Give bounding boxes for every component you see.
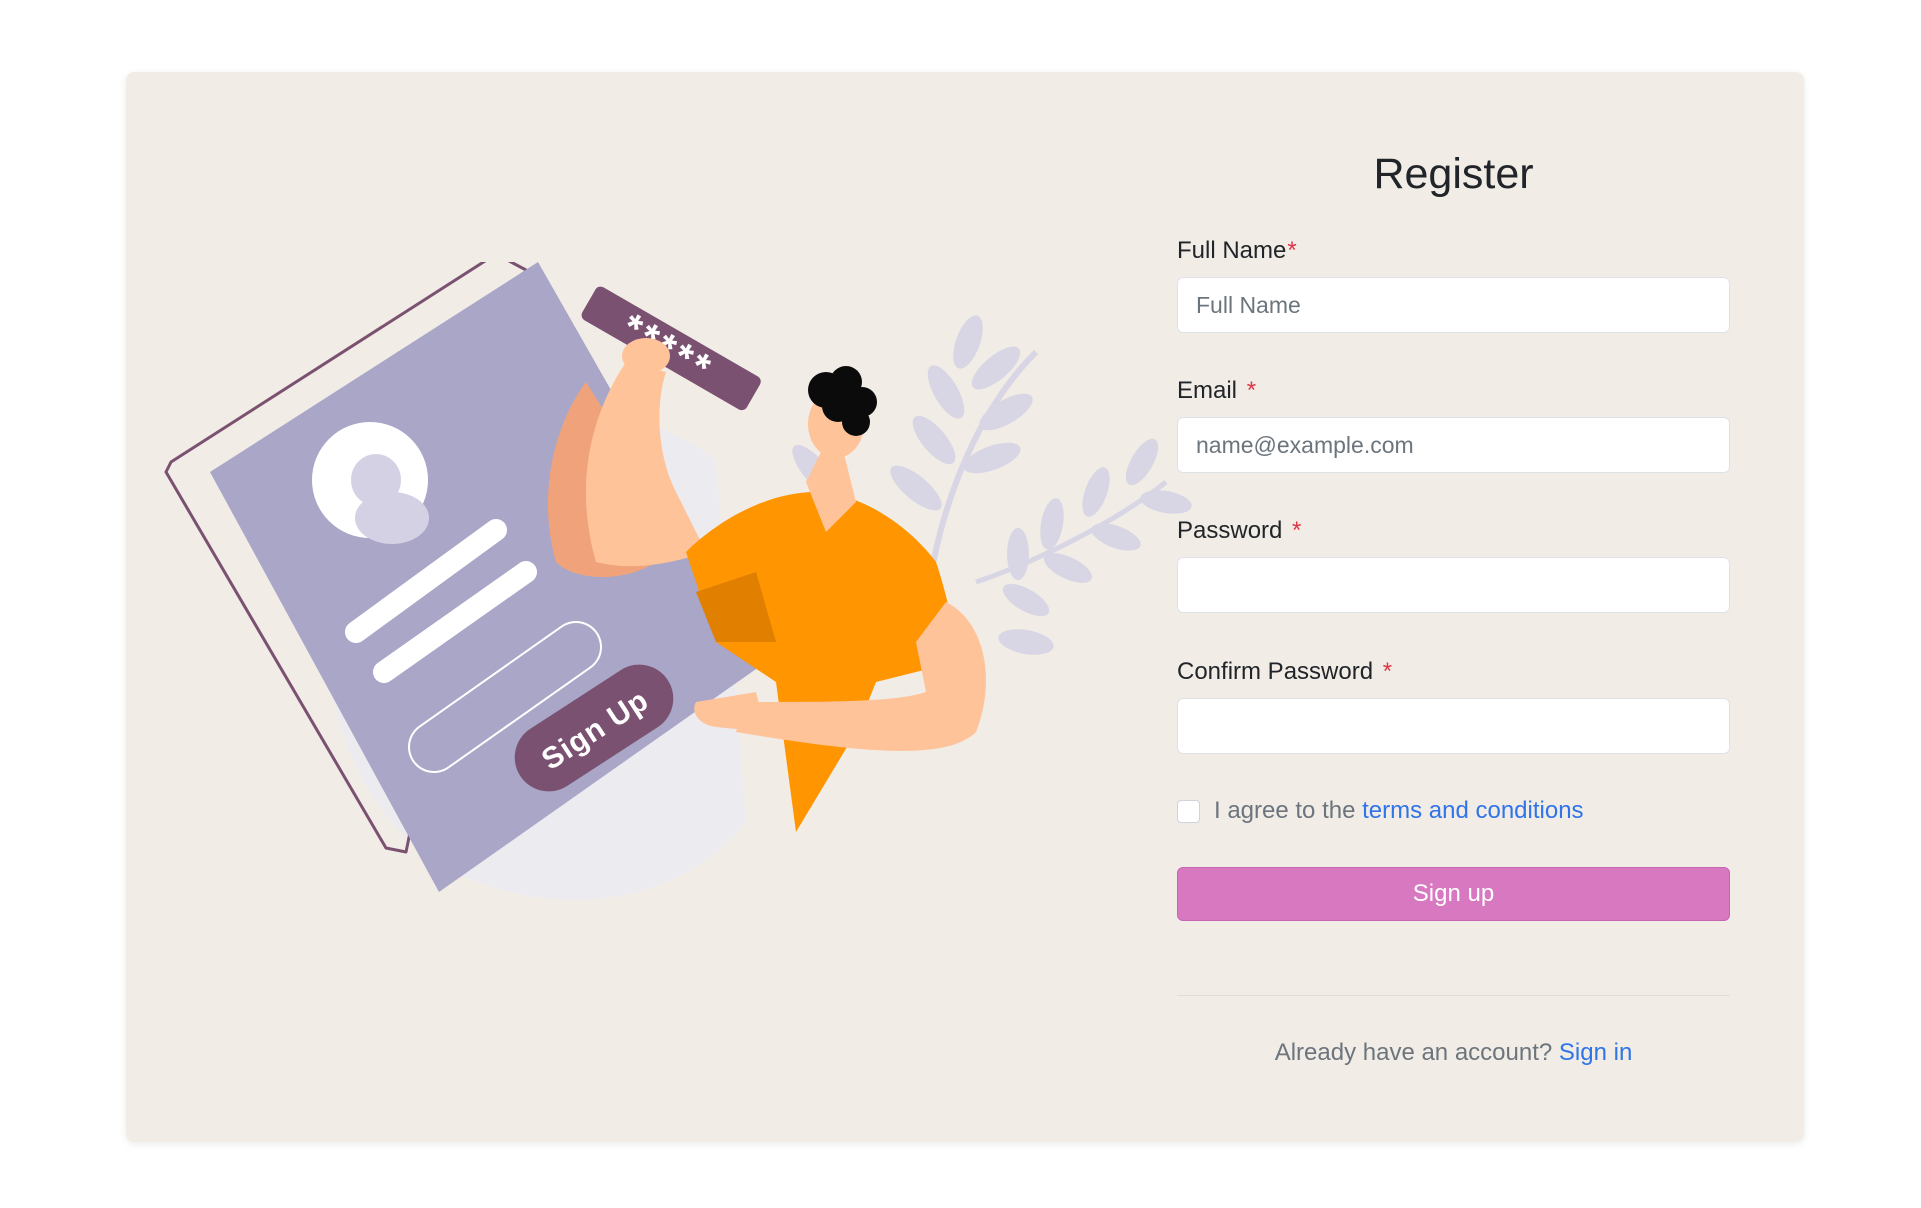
person-raised-hand xyxy=(622,338,670,374)
signin-prompt: Already have an account? Sign in xyxy=(1177,1039,1730,1067)
email-field: Email * xyxy=(1177,377,1730,473)
password-field: Password * xyxy=(1177,517,1730,613)
signup-illustration: ***** Sign Up xyxy=(164,262,1192,900)
email-input[interactable] xyxy=(1177,417,1730,473)
required-mark: * xyxy=(1246,377,1257,404)
required-mark: * xyxy=(1292,517,1302,544)
email-label: Email * xyxy=(1177,377,1257,404)
terms-agreement: I agree to the terms and conditions xyxy=(1177,797,1584,825)
divider xyxy=(1177,995,1730,996)
password-input[interactable] xyxy=(1177,557,1730,613)
terms-link[interactable]: terms and conditions xyxy=(1362,797,1583,825)
full-name-input[interactable] xyxy=(1177,277,1730,333)
full-name-field: Full Name* xyxy=(1177,237,1730,333)
confirm-password-input[interactable] xyxy=(1177,698,1730,754)
terms-checkbox[interactable] xyxy=(1177,799,1200,823)
register-card: ***** Sign Up Register Full Nam xyxy=(126,72,1804,1142)
avatar-shoulders xyxy=(355,492,429,544)
password-label: Password * xyxy=(1177,517,1302,544)
required-mark: * xyxy=(1287,237,1297,264)
full-name-label: Full Name* xyxy=(1177,237,1297,264)
signin-prefix-text: Already have an account? xyxy=(1274,1039,1553,1066)
terms-prefix-text: I agree to the xyxy=(1214,797,1356,824)
page-title: Register xyxy=(1373,150,1534,198)
confirm-password-field: Confirm Password * xyxy=(1177,658,1730,754)
signup-button[interactable]: Sign up xyxy=(1177,867,1730,921)
confirm-password-label: Confirm Password * xyxy=(1177,658,1393,685)
signin-link[interactable]: Sign in xyxy=(1559,1039,1632,1066)
required-mark: * xyxy=(1382,658,1393,685)
